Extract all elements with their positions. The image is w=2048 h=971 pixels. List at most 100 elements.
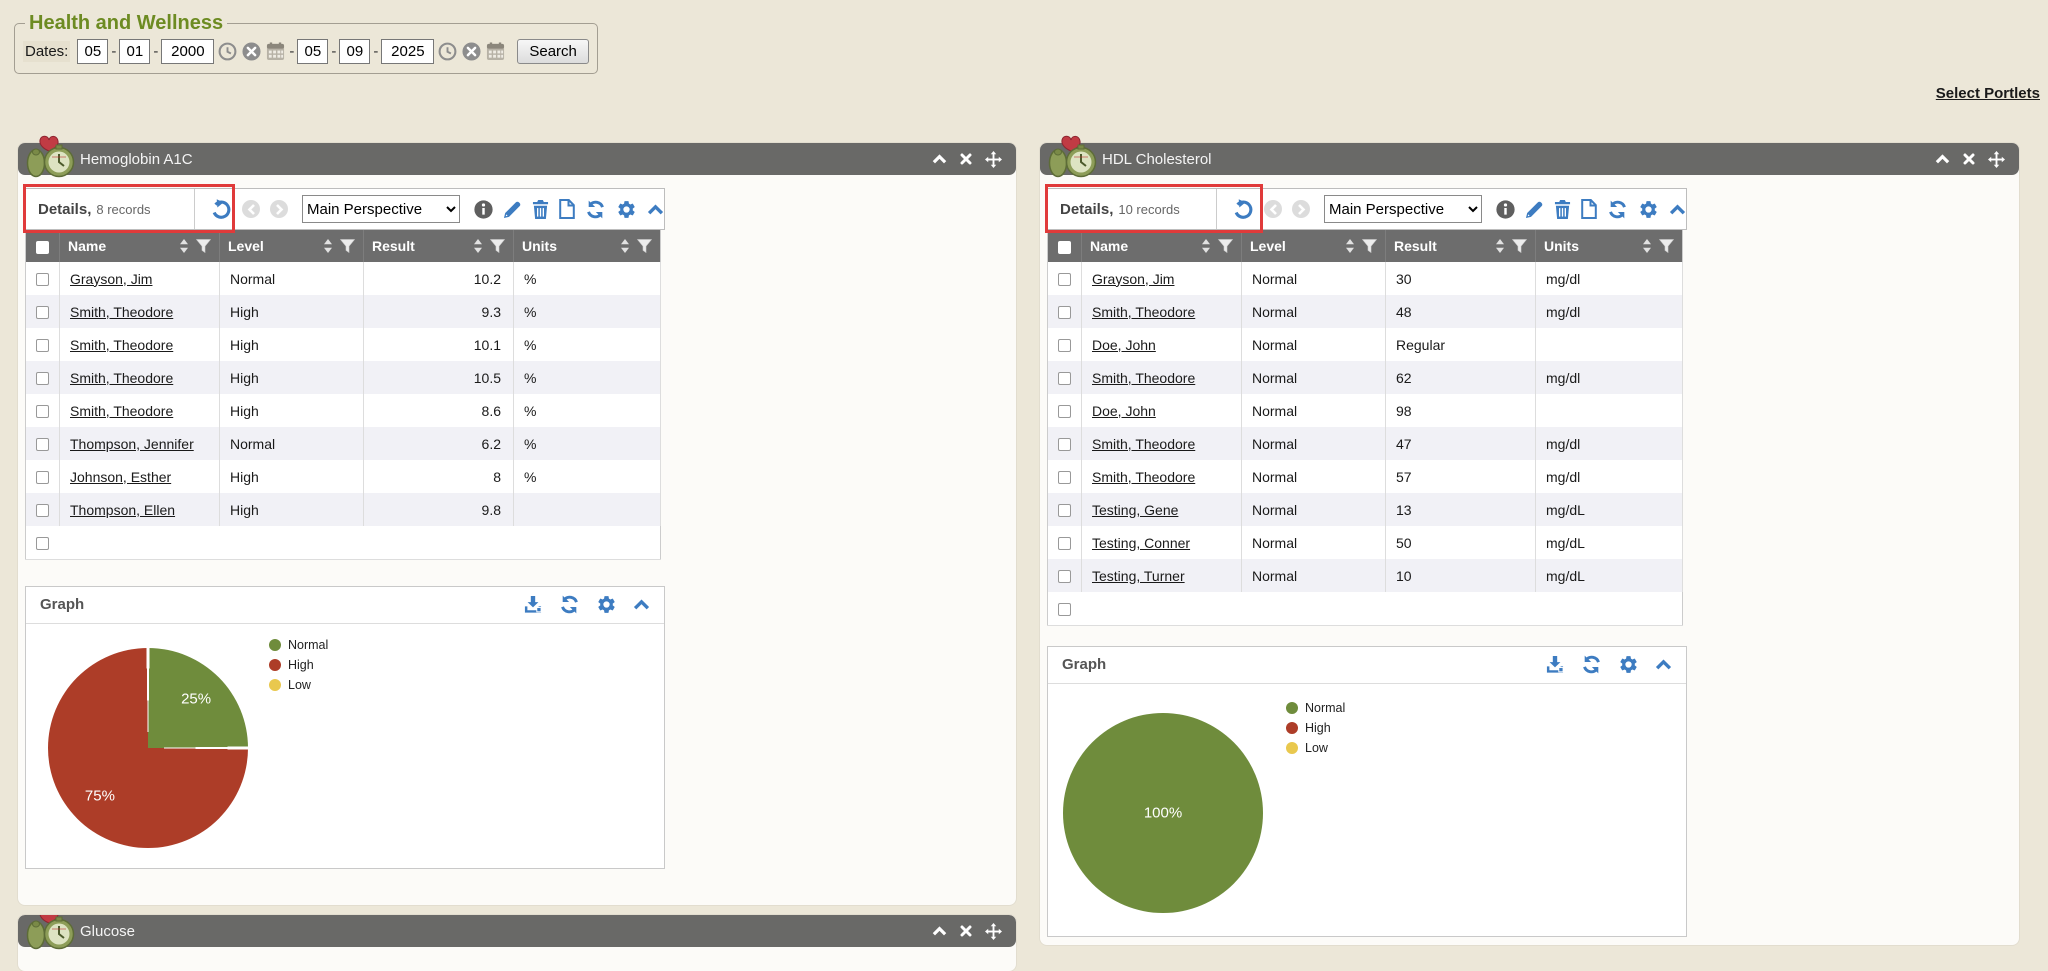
patient-name-link[interactable]: Doe, John: [1092, 337, 1156, 353]
filter-icon[interactable]: [1659, 239, 1674, 253]
row-checkbox[interactable]: [36, 537, 49, 550]
chevron-up-icon[interactable]: [647, 204, 664, 215]
gear-icon[interactable]: [596, 594, 617, 615]
move-icon[interactable]: [1988, 151, 2005, 168]
collapse-icon[interactable]: [932, 926, 947, 936]
undo-icon[interactable]: [1231, 198, 1254, 220]
date-to-day-input[interactable]: [339, 39, 370, 64]
next-icon[interactable]: [1292, 200, 1310, 218]
row-checkbox[interactable]: [1058, 570, 1071, 583]
clear-icon[interactable]: [242, 42, 261, 61]
date-from-day-input[interactable]: [119, 39, 150, 64]
filter-icon[interactable]: [1362, 239, 1377, 253]
trash-icon[interactable]: [1554, 200, 1571, 219]
chevron-up-icon[interactable]: [1669, 204, 1686, 215]
download-icon[interactable]: [523, 595, 543, 614]
gear-icon[interactable]: [1638, 199, 1659, 220]
row-checkbox[interactable]: [36, 504, 49, 517]
chevron-up-icon[interactable]: [633, 599, 650, 610]
sort-icon[interactable]: [1201, 239, 1211, 253]
clear-icon[interactable]: [462, 42, 481, 61]
patient-name-link[interactable]: Smith, Theodore: [70, 403, 173, 419]
sort-icon[interactable]: [323, 239, 333, 253]
perspective-select[interactable]: Main Perspective: [302, 195, 460, 223]
patient-name-link[interactable]: Doe, John: [1092, 403, 1156, 419]
row-checkbox[interactable]: [1058, 537, 1071, 550]
filter-icon[interactable]: [196, 239, 211, 253]
pencil-icon[interactable]: [1525, 200, 1544, 219]
gear-icon[interactable]: [616, 199, 637, 220]
sort-icon[interactable]: [1495, 239, 1505, 253]
download-icon[interactable]: [1545, 655, 1565, 674]
select-all-checkbox[interactable]: [1058, 241, 1071, 254]
next-icon[interactable]: [270, 200, 288, 218]
patient-name-link[interactable]: Grayson, Jim: [1092, 271, 1174, 287]
row-checkbox[interactable]: [36, 405, 49, 418]
gear-icon[interactable]: [1618, 654, 1639, 675]
page-icon[interactable]: [1581, 199, 1597, 219]
filter-icon[interactable]: [637, 239, 652, 253]
row-checkbox[interactable]: [36, 372, 49, 385]
patient-name-link[interactable]: Smith, Theodore: [1092, 304, 1195, 320]
patient-name-link[interactable]: Johnson, Esther: [70, 469, 171, 485]
row-checkbox[interactable]: [36, 339, 49, 352]
row-checkbox[interactable]: [36, 471, 49, 484]
close-icon[interactable]: [960, 153, 972, 165]
close-icon[interactable]: [1963, 153, 1975, 165]
patient-name-link[interactable]: Smith, Theodore: [1092, 436, 1195, 452]
patient-name-link[interactable]: Thompson, Ellen: [70, 502, 175, 518]
refresh-icon[interactable]: [585, 199, 606, 220]
sort-icon[interactable]: [179, 239, 189, 253]
row-checkbox[interactable]: [1058, 504, 1071, 517]
filter-icon[interactable]: [490, 239, 505, 253]
calendar-icon[interactable]: [266, 42, 285, 61]
search-button[interactable]: Search: [517, 39, 589, 64]
row-checkbox[interactable]: [1058, 603, 1071, 616]
patient-name-link[interactable]: Testing, Gene: [1092, 502, 1178, 518]
patient-name-link[interactable]: Testing, Turner: [1092, 568, 1185, 584]
collapse-icon[interactable]: [1935, 154, 1950, 164]
refresh-icon[interactable]: [559, 594, 580, 615]
patient-name-link[interactable]: Smith, Theodore: [70, 370, 173, 386]
filter-icon[interactable]: [340, 239, 355, 253]
row-checkbox[interactable]: [1058, 273, 1071, 286]
refresh-icon[interactable]: [1607, 199, 1628, 220]
collapse-icon[interactable]: [932, 154, 947, 164]
undo-icon[interactable]: [209, 198, 232, 220]
page-icon[interactable]: [559, 199, 575, 219]
sort-icon[interactable]: [1345, 239, 1355, 253]
patient-name-link[interactable]: Grayson, Jim: [70, 271, 152, 287]
patient-name-link[interactable]: Smith, Theodore: [70, 337, 173, 353]
clock-icon[interactable]: [438, 42, 457, 61]
info-icon[interactable]: [474, 200, 493, 219]
sort-icon[interactable]: [473, 239, 483, 253]
row-checkbox[interactable]: [36, 438, 49, 451]
select-all-checkbox[interactable]: [36, 241, 49, 254]
select-portlets-link[interactable]: Select Portlets: [1936, 85, 2040, 102]
trash-icon[interactable]: [532, 200, 549, 219]
move-icon[interactable]: [985, 151, 1002, 168]
chevron-up-icon[interactable]: [1655, 659, 1672, 670]
patient-name-link[interactable]: Testing, Conner: [1092, 535, 1190, 551]
row-checkbox[interactable]: [1058, 339, 1071, 352]
row-checkbox[interactable]: [1058, 405, 1071, 418]
patient-name-link[interactable]: Smith, Theodore: [1092, 469, 1195, 485]
pencil-icon[interactable]: [503, 200, 522, 219]
filter-icon[interactable]: [1218, 239, 1233, 253]
prev-icon[interactable]: [242, 200, 260, 218]
refresh-icon[interactable]: [1581, 654, 1602, 675]
calendar-icon[interactable]: [486, 42, 505, 61]
sort-icon[interactable]: [1642, 239, 1652, 253]
row-checkbox[interactable]: [36, 306, 49, 319]
clock-icon[interactable]: [218, 42, 237, 61]
close-icon[interactable]: [960, 925, 972, 937]
date-from-year-input[interactable]: [161, 39, 214, 64]
patient-name-link[interactable]: Smith, Theodore: [70, 304, 173, 320]
filter-icon[interactable]: [1512, 239, 1527, 253]
move-icon[interactable]: [985, 923, 1002, 940]
info-icon[interactable]: [1496, 200, 1515, 219]
date-to-year-input[interactable]: [381, 39, 434, 64]
row-checkbox[interactable]: [1058, 471, 1071, 484]
row-checkbox[interactable]: [1058, 438, 1071, 451]
row-checkbox[interactable]: [36, 273, 49, 286]
